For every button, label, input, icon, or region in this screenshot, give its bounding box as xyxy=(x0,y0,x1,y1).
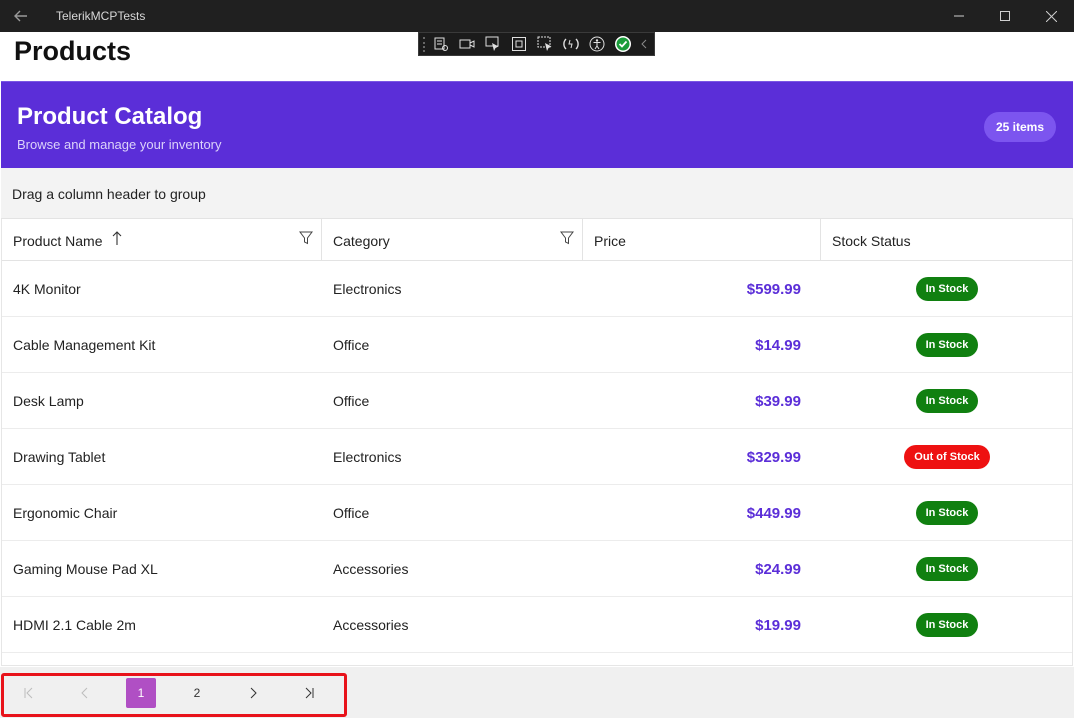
xaml-debug-toolbar xyxy=(418,32,655,56)
app-title: TelerikMCPTests xyxy=(56,9,146,23)
hot-reload-icon[interactable] xyxy=(561,35,581,53)
cell-stock-status: In Stock xyxy=(820,317,1072,373)
filter-icon[interactable] xyxy=(560,231,574,245)
cell-product-name: Gaming Mouse Pad XL xyxy=(13,561,158,577)
cell-price: $14.99 xyxy=(755,336,801,354)
accessibility-icon[interactable] xyxy=(587,35,607,53)
filter-icon[interactable] xyxy=(299,231,313,245)
stock-status-badge: In Stock xyxy=(915,557,979,581)
collapse-toolbar-icon[interactable] xyxy=(639,35,649,53)
banner-title: Product Catalog xyxy=(17,103,203,130)
banner-subtitle: Browse and manage your inventory xyxy=(17,137,222,152)
cell-price: $329.99 xyxy=(746,448,801,466)
last-page-icon xyxy=(305,687,314,699)
column-header-label: Price xyxy=(594,233,626,249)
track-focus-icon[interactable] xyxy=(535,35,555,53)
previous-page-button[interactable] xyxy=(70,678,100,708)
sort-ascending-icon xyxy=(112,230,122,246)
cell-product-name: Ergonomic Chair xyxy=(13,505,118,521)
back-arrow-icon[interactable] xyxy=(12,7,30,25)
page-title: Products xyxy=(14,36,132,66)
display-layout-adorners-icon[interactable] xyxy=(509,35,529,53)
cell-stock-status: Out of Stock xyxy=(820,429,1072,485)
grid-pager: 1 2 xyxy=(0,667,1074,718)
title-bar: TelerikMCPTests xyxy=(0,0,1074,32)
chevron-left-icon xyxy=(81,687,88,699)
cell-product-name: 4K Monitor xyxy=(13,281,81,297)
first-page-icon xyxy=(24,687,33,699)
cell-category: Office xyxy=(333,505,370,521)
stock-status-badge: Out of Stock xyxy=(904,445,990,469)
cell-price: $449.99 xyxy=(746,504,801,522)
item-count-badge: 25 items xyxy=(983,112,1056,142)
table-row[interactable]: Drawing Tablet Electronics $329.99 Out o… xyxy=(2,429,1072,485)
record-icon[interactable] xyxy=(457,35,477,53)
table-row[interactable]: Desk Lamp Office $39.99 In Stock xyxy=(2,373,1072,429)
cell-product-name: Cable Management Kit xyxy=(13,337,156,353)
column-header-stock-status[interactable]: Stock Status xyxy=(821,219,1072,260)
cell-category: Accessories xyxy=(333,617,409,633)
cell-stock-status: In Stock xyxy=(820,541,1072,597)
catalog-banner: Product Catalog Browse and manage your i… xyxy=(1,81,1073,168)
cell-category: Electronics xyxy=(333,281,402,297)
grid-header: Product Name Category Price Stock Status xyxy=(2,219,1072,261)
cell-product-name: HDMI 2.1 Cable 2m xyxy=(13,617,136,633)
column-header-label: Stock Status xyxy=(832,233,911,249)
cell-price: $39.99 xyxy=(755,392,801,410)
cell-price: $24.99 xyxy=(755,560,801,578)
page-button-2[interactable]: 2 xyxy=(182,678,212,708)
group-panel-hint: Drag a column header to group xyxy=(12,186,206,202)
binding-failures-ok-icon[interactable] xyxy=(613,35,633,53)
table-row[interactable]: Gaming Mouse Pad XL Accessories $24.99 I… xyxy=(2,541,1072,597)
column-header-label: Product Name xyxy=(13,233,103,249)
cell-stock-status: In Stock xyxy=(820,373,1072,429)
close-button[interactable] xyxy=(1028,0,1074,32)
last-page-button[interactable] xyxy=(294,678,324,708)
column-header-label: Category xyxy=(333,233,390,249)
cell-stock-status: In Stock xyxy=(820,485,1072,541)
table-row[interactable]: Cable Management Kit Office $14.99 In St… xyxy=(2,317,1072,373)
cell-price: $19.99 xyxy=(755,616,801,634)
minimize-icon xyxy=(954,15,964,17)
close-icon xyxy=(1045,10,1057,22)
cell-category: Accessories xyxy=(333,561,409,577)
table-row[interactable]: Ergonomic Chair Office $449.99 In Stock xyxy=(2,485,1072,541)
stock-status-badge: In Stock xyxy=(915,333,979,357)
cell-category: Office xyxy=(333,337,370,353)
toolbar-grip[interactable] xyxy=(423,37,426,52)
cell-stock-status: In Stock xyxy=(820,597,1072,653)
select-element-icon[interactable] xyxy=(483,35,503,53)
column-header-price[interactable]: Price xyxy=(583,219,821,260)
cell-product-name: Desk Lamp xyxy=(13,393,84,409)
next-page-button[interactable] xyxy=(238,678,268,708)
stock-status-badge: In Stock xyxy=(915,501,979,525)
table-row[interactable]: HDMI 2.1 Cable 2m Accessories $19.99 In … xyxy=(2,597,1072,653)
cell-category: Electronics xyxy=(333,449,402,465)
maximize-icon xyxy=(1000,11,1010,21)
column-header-category[interactable]: Category xyxy=(322,219,583,260)
stock-status-badge: In Stock xyxy=(915,277,979,301)
maximize-button[interactable] xyxy=(982,0,1028,32)
first-page-button[interactable] xyxy=(14,678,44,708)
page-button-1[interactable]: 1 xyxy=(126,678,156,708)
cell-product-name: Drawing Tablet xyxy=(13,449,106,465)
cell-price: $599.99 xyxy=(746,280,801,298)
stock-status-badge: In Stock xyxy=(915,389,979,413)
live-visual-tree-icon[interactable] xyxy=(431,35,451,53)
column-header-product-name[interactable]: Product Name xyxy=(2,219,322,260)
group-panel[interactable]: Drag a column header to group xyxy=(1,168,1073,219)
products-grid: Product Name Category Price Stock Status… xyxy=(1,219,1073,666)
table-row[interactable]: 4K Monitor Electronics $599.99 In Stock xyxy=(2,261,1072,317)
cell-stock-status: In Stock xyxy=(820,261,1072,317)
cell-category: Office xyxy=(333,393,370,409)
stock-status-badge: In Stock xyxy=(915,613,979,637)
chevron-right-icon xyxy=(250,687,257,699)
minimize-button[interactable] xyxy=(936,0,982,32)
